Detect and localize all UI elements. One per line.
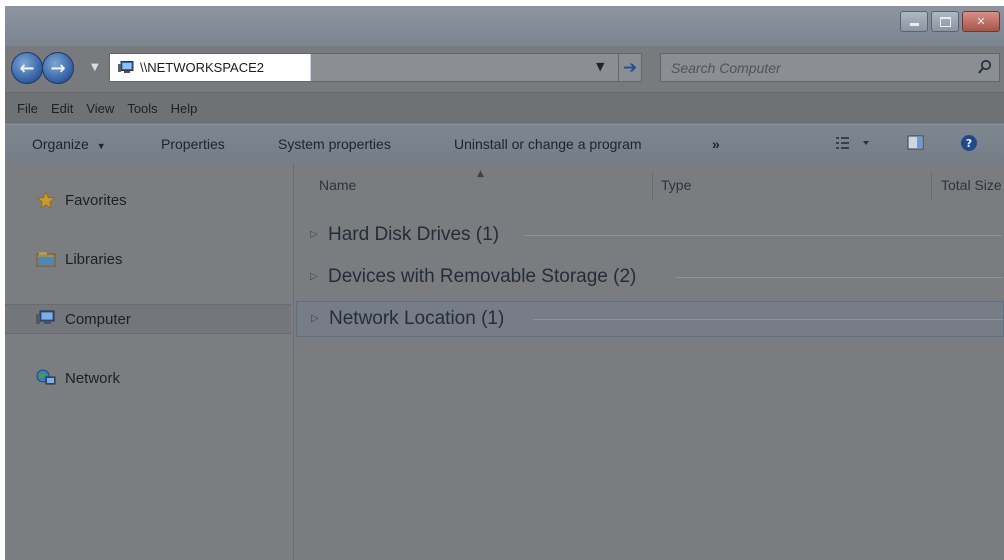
more-commands-button[interactable]: » (712, 136, 720, 152)
expand-arrow-icon[interactable]: ▷ (310, 271, 318, 282)
help-button[interactable]: ? (960, 134, 978, 155)
view-list-icon (836, 137, 869, 149)
help-icon: ? (961, 135, 977, 151)
organize-label: Organize (32, 136, 89, 152)
group-label: Network Location (1) (329, 308, 505, 329)
sidebar-item-network[interactable]: Network (5, 364, 291, 392)
change-view-button[interactable] (835, 135, 875, 154)
sidebar-item-label: Libraries (65, 251, 123, 268)
computer-icon (36, 310, 55, 324)
sidebar-item-label: Network (65, 370, 121, 387)
sidebar-item-favorites[interactable]: Favorites (5, 186, 291, 214)
computer-icon (118, 61, 134, 73)
sidebar-item-computer[interactable]: Computer (5, 304, 291, 334)
minimize-button[interactable] (900, 11, 928, 32)
column-separator[interactable] (931, 172, 932, 200)
group-divider (676, 277, 1002, 278)
group-hard-disk-drives[interactable]: ▷ Hard Disk Drives (1) (296, 218, 1002, 252)
menu-view[interactable]: View (86, 101, 114, 116)
search-placeholder: Search Computer (671, 60, 781, 76)
expand-arrow-icon[interactable]: ▷ (310, 229, 318, 240)
sidebar-item-label: Computer (65, 311, 131, 328)
close-button[interactable]: ✕ (962, 11, 1000, 32)
address-path: \\NETWORKSPACE2 (140, 60, 265, 75)
group-divider (533, 319, 1003, 320)
expand-arrow-icon[interactable]: ▷ (311, 313, 319, 324)
go-arrow-icon: ➔ (622, 57, 638, 78)
maximize-button[interactable] (931, 11, 959, 32)
menu-help[interactable]: Help (171, 101, 198, 116)
libraries-icon (36, 252, 56, 267)
search-box[interactable]: Search Computer (660, 53, 1000, 82)
maximize-icon (939, 16, 951, 27)
sort-ascending-icon: ▲ (477, 169, 484, 179)
explorer-window: ✕ ← → ▼ \\NETWORKSPACE2 ▼ ➔ Search Compu… (5, 6, 1004, 560)
address-bar[interactable]: \\NETWORKSPACE2 ▼ ➔ (109, 53, 642, 82)
chevron-down-icon: ▼ (96, 141, 106, 151)
menu-bar: File Edit View Tools Help (5, 92, 1004, 123)
column-header-type[interactable]: Type (661, 177, 691, 193)
content-pane: ▲ Name Type Total Size ▷ Hard Disk Drive… (294, 163, 1004, 560)
back-arrow-icon: ← (19, 57, 35, 79)
navigation-pane: Favorites Libraries Computer Network (5, 163, 294, 560)
system-properties-button[interactable]: System properties (278, 136, 391, 152)
sidebar-item-label: Favorites (65, 192, 127, 209)
forward-button[interactable]: → (42, 52, 74, 84)
svg-text:?: ? (966, 137, 972, 150)
title-bar: ✕ (5, 6, 1004, 46)
organize-button[interactable]: Organize ▼ (32, 136, 106, 152)
caption-buttons: ✕ (900, 11, 1000, 32)
group-removable-storage[interactable]: ▷ Devices with Removable Storage (2) (296, 260, 1002, 294)
close-icon: ✕ (976, 15, 986, 28)
column-header-total-size[interactable]: Total Size (941, 177, 1002, 193)
star-icon (36, 191, 56, 209)
group-network-location[interactable]: ▷ Network Location (1) (296, 301, 1004, 337)
preview-pane-button[interactable] (907, 135, 925, 154)
minimize-icon (909, 23, 919, 26)
back-button[interactable]: ← (11, 52, 43, 84)
command-bar: Organize ▼ Properties System properties … (5, 124, 1004, 164)
go-button[interactable]: ➔ (618, 54, 641, 81)
group-divider (524, 235, 1002, 236)
column-separator[interactable] (652, 172, 653, 200)
navigation-bar: ← → ▼ \\NETWORKSPACE2 ▼ ➔ Search Compute… (5, 50, 1004, 84)
menu-edit[interactable]: Edit (51, 101, 73, 116)
search-icon[interactable] (977, 59, 993, 75)
preview-pane-icon (907, 135, 924, 150)
menu-tools[interactable]: Tools (127, 101, 157, 116)
group-label: Hard Disk Drives (1) (328, 224, 500, 245)
column-header-name[interactable]: Name (319, 177, 356, 193)
group-label: Devices with Removable Storage (2) (328, 266, 637, 287)
uninstall-program-button[interactable]: Uninstall or change a program (454, 136, 642, 152)
recent-pages-dropdown-icon[interactable]: ▼ (91, 62, 99, 73)
address-history-icon[interactable]: ▼ (596, 60, 604, 73)
sidebar-item-libraries[interactable]: Libraries (5, 245, 291, 273)
network-icon (36, 369, 56, 385)
properties-button[interactable]: Properties (161, 136, 225, 152)
forward-arrow-icon: → (50, 57, 66, 79)
menu-file[interactable]: File (17, 101, 38, 116)
